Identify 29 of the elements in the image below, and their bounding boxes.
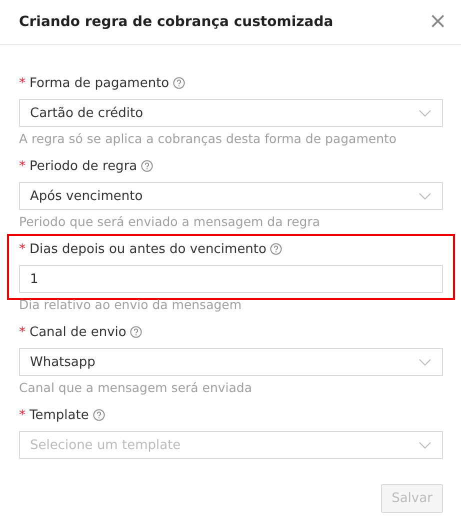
help-icon [141,160,154,172]
select-field[interactable]: Após vencimento [19,182,443,210]
required-mark: * [19,158,26,174]
input-field[interactable]: 1 [19,265,443,293]
required-mark: * [19,324,26,340]
help-icon [130,326,142,338]
help-icon [92,409,105,421]
field-label: Dias depois ou antes do vencimento [30,242,266,256]
required-mark: * [19,242,26,256]
field-label: Canal de envio [30,324,126,340]
help-text: Dia relativo ao envio da mensagem [19,296,243,313]
select-field[interactable]: Cartão de crédito [19,99,443,127]
required-mark: * [19,408,26,422]
field-label: Periodo de regra [30,158,138,174]
select-field[interactable]: Whatsapp [19,348,443,376]
help-icon [173,77,186,89]
chevron-down-icon [419,358,431,366]
field-label: Template [30,408,89,422]
help-text: A regra só se aplica a cobranças desta forma de pagamento [19,130,398,147]
field-label: Forma de pagamento [30,76,170,90]
required-mark: * [19,76,26,90]
help-text: Canal que a mensagem será enviada [19,379,254,396]
chevron-down-icon [419,442,431,448]
close-button[interactable]: × [428,11,447,33]
chevron-down-icon [419,192,431,200]
help-text: Periodo que será enviado a mensagem da regra [19,213,322,230]
chevron-down-icon [419,110,431,116]
dialog-title: Criando regra de cobrança customizada [19,14,334,30]
help-icon [270,243,282,255]
